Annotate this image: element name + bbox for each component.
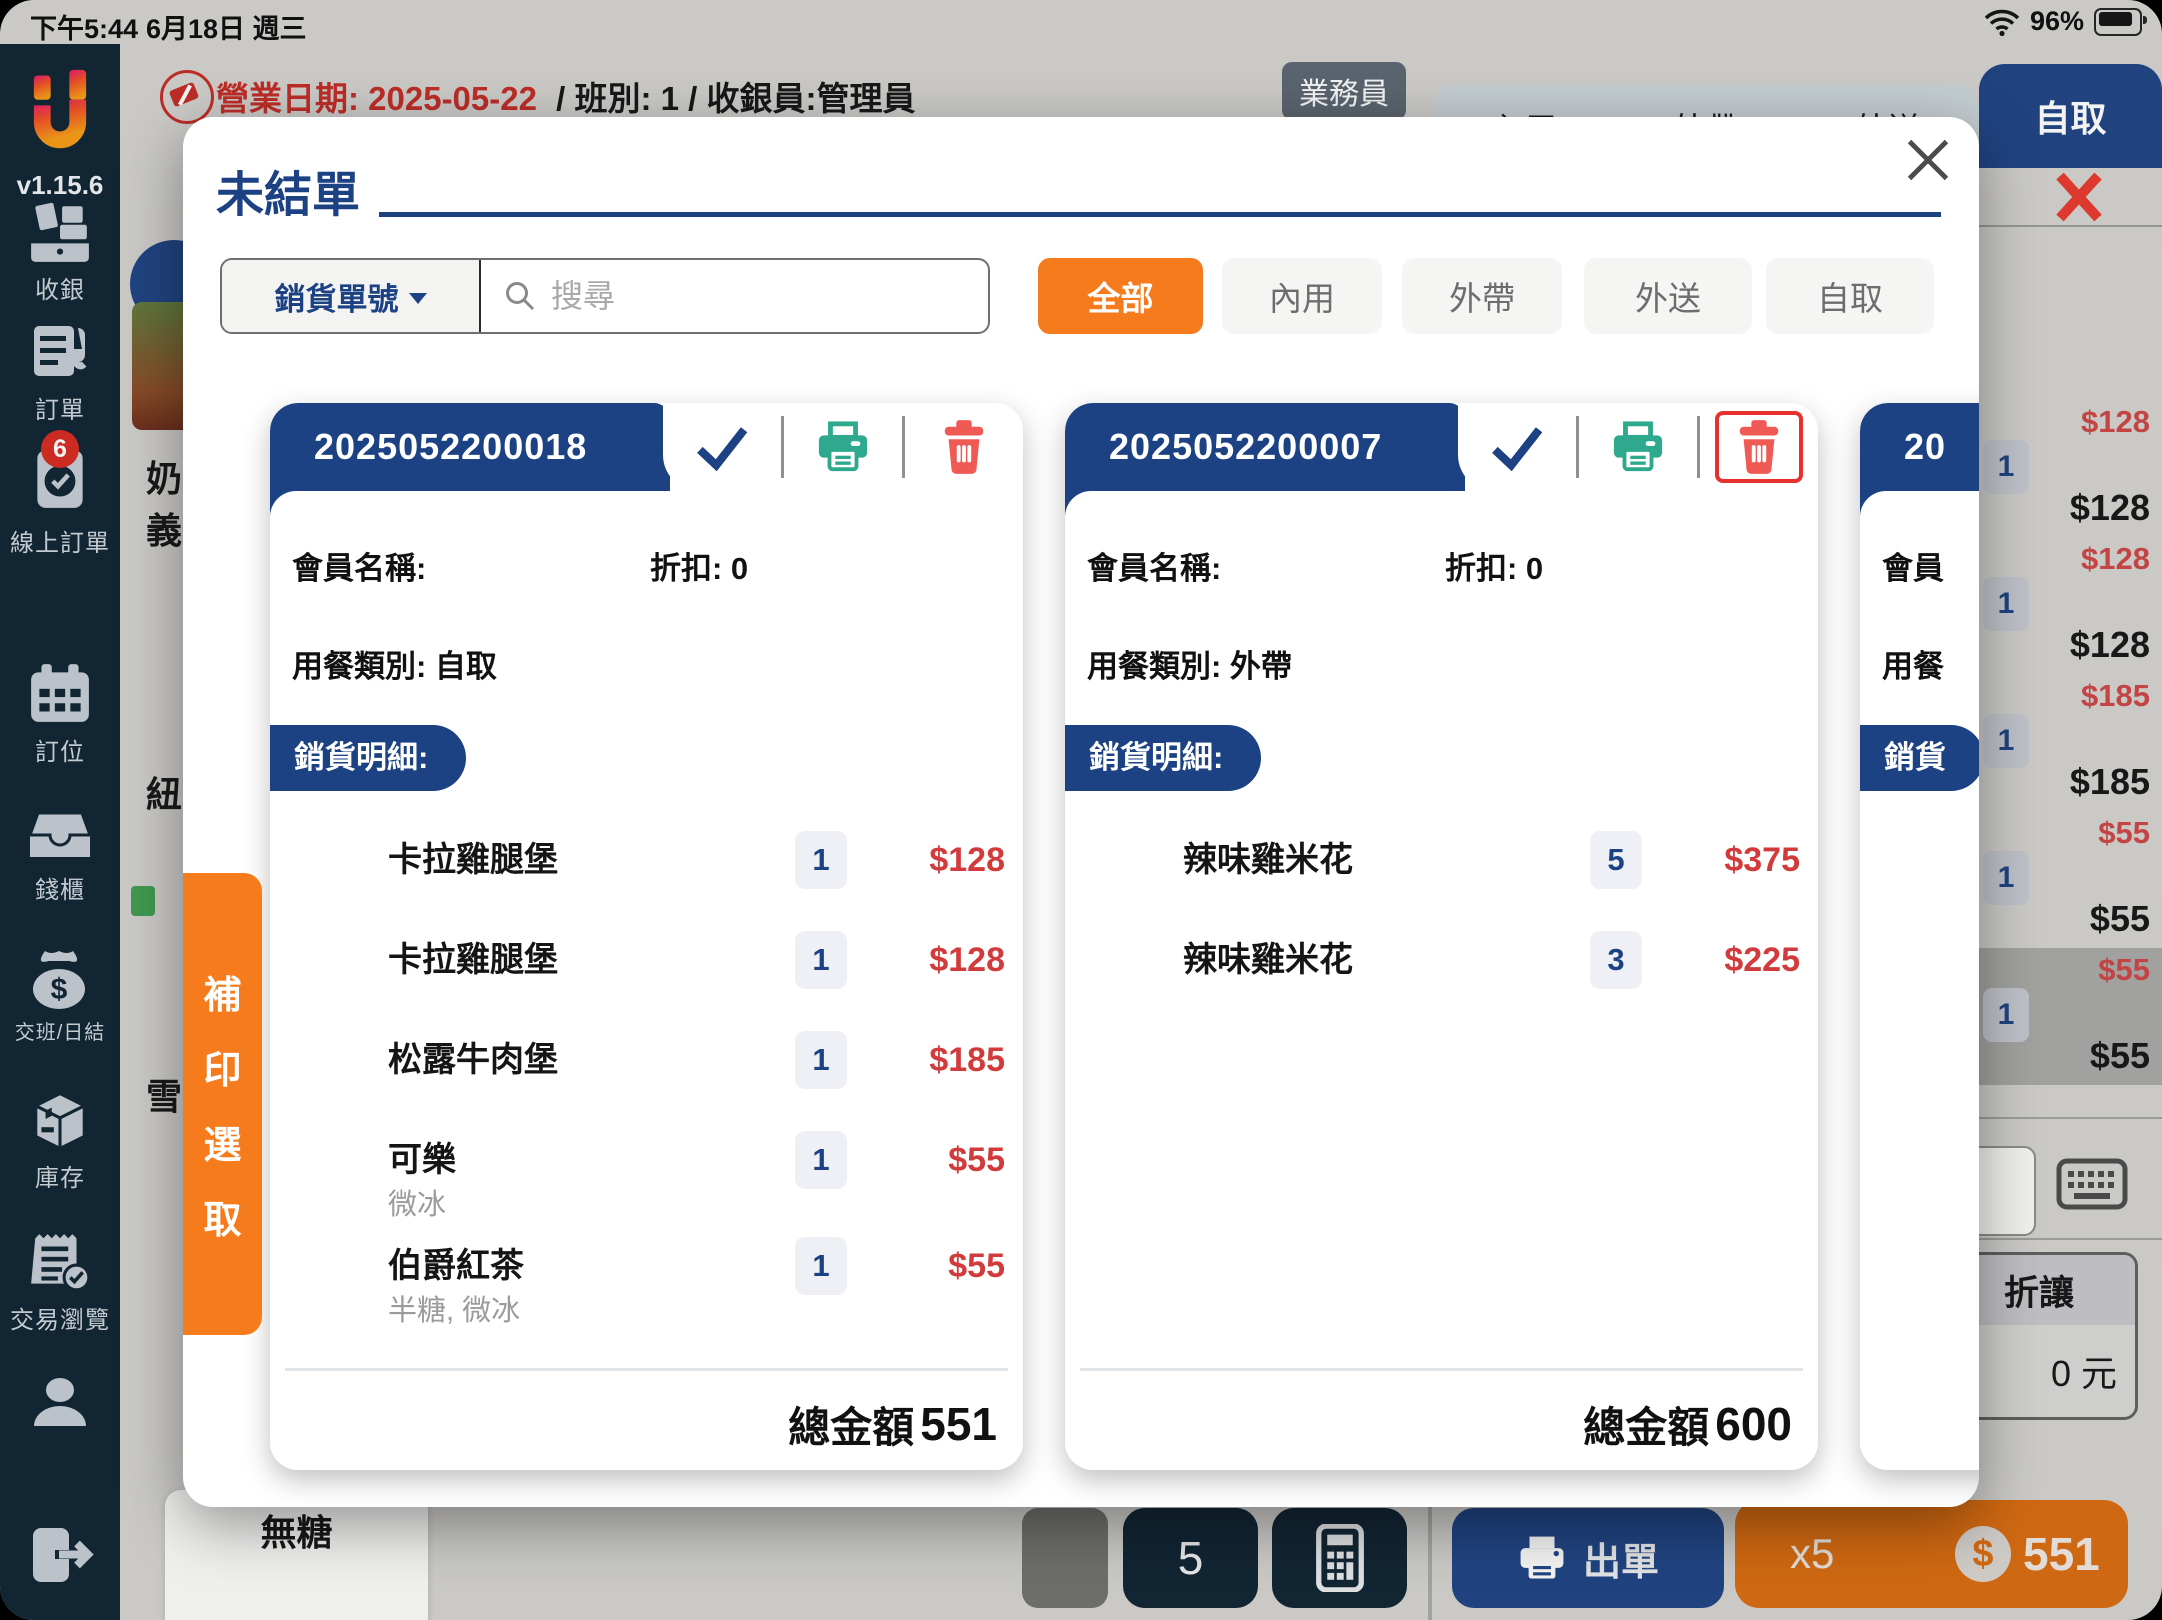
item-name: 可樂: [388, 1141, 456, 1179]
order-card-body: 會員名稱: 折扣: 0 用餐類別: 外帶 銷貨明細: 辣味雞米花 5 $375 …: [1065, 491, 1818, 1470]
item-qty: 5: [1590, 831, 1642, 889]
unsettled-orders-modal: 未結單 銷貨單號 全部 內用 外帶 外送 自取: [183, 117, 1979, 1507]
order-item: 可樂 1 $55 微冰: [270, 1128, 1023, 1226]
order-item: 松露牛肉堡 1 $185: [270, 1028, 1023, 1092]
sales-detail-pill: 銷貨明細:: [1065, 725, 1262, 791]
item-name: 辣味雞米花: [1183, 941, 1353, 979]
meal-type-label: 用餐類別: 自取: [292, 649, 497, 684]
order-item: 卡拉雞腿堡 1 $128: [270, 928, 1023, 992]
order-actions: [663, 403, 1023, 491]
print-order-button[interactable]: [1579, 420, 1697, 474]
divider: [285, 1368, 1008, 1371]
order-card: 2025052200018 會員名稱: 折扣: 0 用餐類別: 自取 銷貨明細:…: [270, 403, 1023, 1470]
item-name: 伯爵紅茶: [388, 1247, 524, 1285]
total-value: 551: [920, 1398, 997, 1450]
discount-label: 折扣: 0: [650, 551, 749, 586]
discount-label: 折扣: 0: [1445, 551, 1544, 586]
item-qty: 1: [795, 831, 847, 889]
select-order-button[interactable]: [1458, 423, 1576, 471]
sales-detail-pill: 銷貨明細:: [270, 725, 467, 791]
order-card: 2025052200007 會員名稱: 折扣: 0 用餐類別: 外帶 銷貨明細:…: [1065, 403, 1818, 1470]
filter-takeout[interactable]: 外帶: [1402, 258, 1562, 334]
filter-delivery[interactable]: 外送: [1584, 258, 1752, 334]
item-name: 卡拉雞腿堡: [388, 941, 558, 979]
select-order-button[interactable]: [663, 423, 781, 471]
item-qty: 1: [795, 931, 847, 989]
item-note: 微冰: [388, 1189, 447, 1221]
order-number: 2025052200018: [314, 426, 588, 467]
order-card-body: 會員名稱: 折扣: 0 用餐類別: 自取 銷貨明細: 卡拉雞腿堡 1 $128 …: [270, 491, 1023, 1470]
order-number: 2025052200007: [1109, 426, 1383, 467]
filter-all[interactable]: 全部: [1038, 258, 1203, 334]
filter-dine-in[interactable]: 內用: [1222, 258, 1382, 334]
meal-type-label: 用餐: [1882, 649, 1944, 684]
item-note: 半糖, 微冰: [388, 1295, 521, 1327]
search-group: 銷貨單號: [220, 258, 990, 334]
search-input[interactable]: [549, 276, 933, 316]
order-number: 20: [1904, 426, 1947, 467]
printer-icon: [818, 421, 868, 472]
printer-icon: [1613, 421, 1663, 472]
divider: [1080, 1368, 1803, 1371]
modal-title: 未結單: [216, 169, 361, 222]
total-value: 600: [1715, 1398, 1792, 1450]
item-name: 松露牛肉堡: [388, 1041, 558, 1079]
item-price: $185: [929, 1041, 1005, 1079]
order-actions: [1458, 403, 1818, 491]
order-cards: 2025052200018 會員名稱: 折扣: 0 用餐類別: 自取 銷貨明細:…: [270, 403, 1979, 1470]
trash-icon: [1739, 420, 1779, 474]
item-qty: 1: [795, 1031, 847, 1089]
member-name-label: 會員: [1882, 551, 1944, 586]
item-price: $128: [929, 841, 1005, 879]
reprint-char: 印: [203, 1050, 242, 1092]
dropdown-label: 銷貨單號: [274, 281, 399, 317]
item-price: $55: [948, 1247, 1005, 1285]
item-qty: 1: [795, 1237, 847, 1295]
order-card-partial: 20 會員 用餐 銷貨: [1860, 403, 1979, 1470]
member-name-label: 會員名稱:: [1087, 551, 1222, 586]
title-underline: [379, 212, 1941, 217]
item-qty: 1: [795, 1131, 847, 1189]
order-card-body: 會員 用餐 銷貨: [1860, 491, 1979, 1470]
close-icon[interactable]: [1903, 135, 1953, 185]
chevron-down-icon: [408, 292, 427, 304]
check-icon: [697, 427, 748, 471]
order-item: 辣味雞米花 3 $225: [1065, 928, 1818, 992]
item-qty: 3: [1590, 931, 1642, 989]
order-total-row: 總金額 600: [1065, 1378, 1818, 1470]
print-order-button[interactable]: [784, 420, 902, 474]
search-icon: [506, 282, 535, 311]
filter-pickup[interactable]: 自取: [1766, 258, 1934, 334]
order-item: 卡拉雞腿堡 1 $128: [270, 828, 1023, 892]
delete-order-button[interactable]: [905, 420, 1023, 474]
reprint-char: 取: [203, 1200, 242, 1242]
sales-detail-pill: 銷貨: [1860, 725, 1979, 791]
order-item: 辣味雞米花 5 $375: [1065, 828, 1818, 892]
pos-app: 下午5:44 6月18日 週三 96% v1.15.6 收銀 訂單 6 線上訂單…: [0, 0, 2162, 1620]
search-field: [481, 260, 988, 332]
search-field-dropdown[interactable]: 銷貨單號: [222, 260, 481, 332]
reprint-char: 補: [203, 975, 242, 1017]
item-name: 卡拉雞腿堡: [388, 841, 558, 879]
total-label: 總金額: [1583, 1403, 1710, 1451]
order-items: 辣味雞米花 5 $375 辣味雞米花 3 $225: [1065, 828, 1818, 1028]
member-name-label: 會員名稱:: [292, 551, 427, 586]
order-items: 卡拉雞腿堡 1 $128 卡拉雞腿堡 1 $128 松露牛肉堡 1 $185 可…: [270, 828, 1023, 1340]
check-icon: [1492, 427, 1543, 471]
trash-icon: [944, 420, 984, 474]
item-price: $55: [948, 1141, 1005, 1179]
item-price: $225: [1724, 941, 1800, 979]
delete-order-button-highlighted[interactable]: [1700, 411, 1818, 483]
reprint-char: 選: [203, 1125, 242, 1167]
total-label: 總金額: [788, 1403, 915, 1451]
order-item: 伯爵紅茶 1 $55 半糖, 微冰: [270, 1234, 1023, 1332]
item-price: $128: [929, 941, 1005, 979]
reprint-selected-button[interactable]: 補 印 選 取: [183, 873, 262, 1335]
order-total-row: 總金額 551: [270, 1378, 1023, 1470]
meal-type-label: 用餐類別: 外帶: [1087, 649, 1292, 684]
item-name: 辣味雞米花: [1183, 841, 1353, 879]
delete-highlight-box: [1714, 411, 1803, 483]
item-price: $375: [1724, 841, 1800, 879]
